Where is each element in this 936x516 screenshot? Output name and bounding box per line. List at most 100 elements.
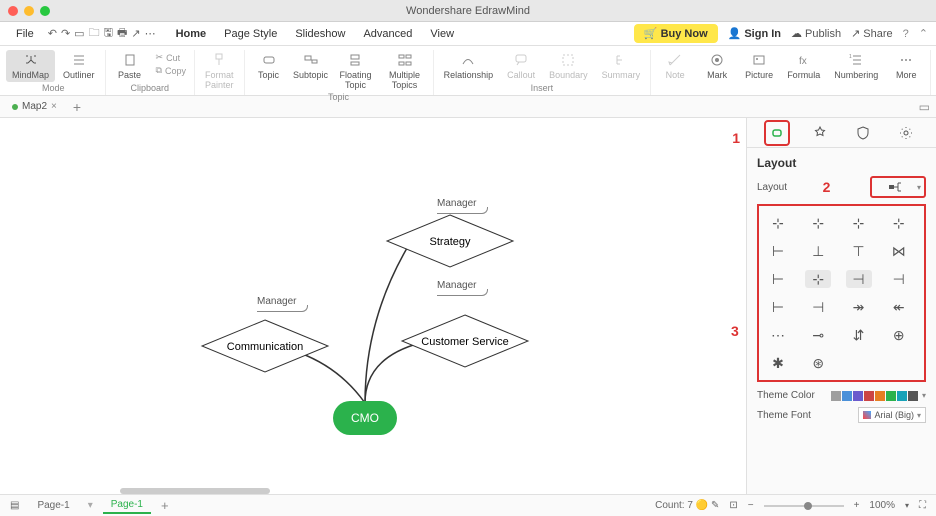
node-strategy[interactable]: Strategy bbox=[385, 213, 515, 269]
theme-color-swatch[interactable] bbox=[875, 391, 885, 401]
share-button[interactable]: ↗ Share bbox=[851, 27, 893, 40]
document-tab[interactable]: Map2 × bbox=[6, 101, 63, 112]
print-icon[interactable]: 🖶 bbox=[117, 24, 127, 43]
ribbon-boundary[interactable]: Boundary bbox=[543, 50, 594, 82]
ribbon-subtopic[interactable]: Subtopic bbox=[291, 50, 331, 92]
menu-file[interactable]: File bbox=[8, 26, 42, 42]
collapse-ribbon-icon[interactable]: ⌃ bbox=[919, 27, 928, 40]
zoom-chevron-icon[interactable]: ▾ bbox=[905, 501, 909, 510]
fullscreen-icon[interactable]: ⛶ bbox=[919, 500, 926, 511]
ribbon-picture[interactable]: Picture bbox=[739, 50, 779, 82]
chevron-down-icon[interactable]: ▾ bbox=[922, 391, 926, 400]
minimize-window-button[interactable] bbox=[24, 6, 34, 16]
ribbon-note[interactable]: Note bbox=[655, 50, 695, 82]
layout-opt-6[interactable]: ⊥ bbox=[805, 242, 831, 260]
new-icon[interactable]: ▭ bbox=[74, 27, 84, 40]
theme-font-select[interactable]: Arial (Big) ▾ bbox=[858, 407, 926, 423]
layout-opt-1[interactable]: ⊹ bbox=[765, 214, 791, 232]
layout-opt-13[interactable]: ⊢ bbox=[765, 298, 791, 316]
publish-button[interactable]: ☁ Publish bbox=[791, 27, 841, 40]
layout-opt-18[interactable]: ⊸ bbox=[805, 326, 831, 344]
layout-opt-14[interactable]: ⊣ bbox=[805, 298, 831, 316]
close-tab-icon[interactable]: × bbox=[51, 101, 57, 112]
layout-opt-3[interactable]: ⊹ bbox=[846, 214, 872, 232]
panel-tab-layout[interactable] bbox=[764, 120, 790, 146]
menu-home[interactable]: Home bbox=[168, 26, 215, 42]
page-tab-1[interactable]: Page-1 bbox=[29, 498, 77, 513]
layout-opt-12[interactable]: ⊣ bbox=[886, 270, 912, 288]
layout-dropdown[interactable]: ▾ bbox=[870, 176, 926, 198]
canvas[interactable]: Manager Manager Manager Strategy Custome… bbox=[0, 118, 746, 496]
theme-color-swatch[interactable] bbox=[908, 391, 918, 401]
panel-tab-settings[interactable] bbox=[893, 120, 919, 146]
menu-view[interactable]: View bbox=[422, 26, 462, 42]
ribbon-mark[interactable]: Mark bbox=[697, 50, 737, 82]
layout-opt-8[interactable]: ⋈ bbox=[886, 242, 912, 260]
menu-slideshow[interactable]: Slideshow bbox=[287, 26, 353, 42]
panel-tab-style[interactable] bbox=[807, 120, 833, 146]
undo-icon[interactable]: ↶ bbox=[48, 27, 57, 40]
ribbon-relationship[interactable]: Relationship bbox=[438, 50, 500, 82]
maximize-window-button[interactable] bbox=[40, 6, 50, 16]
theme-color-swatches[interactable] bbox=[831, 391, 918, 401]
export-icon[interactable]: ↗ bbox=[131, 27, 140, 40]
layout-opt-5[interactable]: ⊢ bbox=[765, 242, 791, 260]
close-window-button[interactable] bbox=[8, 6, 18, 16]
layout-opt-9[interactable]: ⊢ bbox=[765, 270, 791, 288]
layout-opt-7[interactable]: ⊤ bbox=[846, 242, 872, 260]
layout-opt-19[interactable]: ⇵ bbox=[846, 326, 872, 344]
menu-page-style[interactable]: Page Style bbox=[216, 26, 285, 42]
theme-color-swatch[interactable] bbox=[886, 391, 896, 401]
layout-opt-2[interactable]: ⊹ bbox=[805, 214, 831, 232]
layout-opt-21[interactable]: ✱ bbox=[765, 354, 791, 372]
menu-advanced[interactable]: Advanced bbox=[355, 26, 420, 42]
layout-opt-4[interactable]: ⊹ bbox=[886, 214, 912, 232]
page-tab-chevron-icon[interactable]: ▾ bbox=[88, 500, 93, 511]
ribbon-numbering[interactable]: 1 Numbering bbox=[828, 50, 884, 82]
ribbon-paste[interactable]: Paste bbox=[110, 50, 150, 82]
ribbon-formula[interactable]: fx Formula bbox=[781, 50, 826, 82]
node-communication[interactable]: Communication bbox=[200, 318, 330, 374]
help-icon[interactable]: ? bbox=[903, 28, 909, 40]
ribbon-multiple-topics[interactable]: Multiple Topics bbox=[380, 50, 428, 92]
fit-view-icon[interactable]: ⊡ bbox=[729, 500, 737, 511]
ribbon-format-painter[interactable]: Format Painter bbox=[199, 50, 240, 92]
more-icon[interactable]: ⋯ bbox=[145, 27, 156, 40]
ribbon-summary[interactable]: Summary bbox=[596, 50, 647, 82]
layout-opt-11[interactable]: ⊣ bbox=[846, 270, 872, 288]
layout-opt-16[interactable]: ↞ bbox=[886, 298, 912, 316]
open-icon[interactable]: 🗀 bbox=[89, 24, 100, 43]
node-cmo[interactable]: CMO bbox=[333, 401, 397, 435]
zoom-out-button[interactable]: − bbox=[748, 500, 754, 511]
ribbon-more[interactable]: More bbox=[886, 50, 926, 82]
layout-opt-15[interactable]: ↠ bbox=[846, 298, 872, 316]
node-customer-service[interactable]: Customer Service bbox=[400, 313, 530, 369]
add-tab-button[interactable]: + bbox=[73, 99, 81, 115]
page-tab-active[interactable]: Page-1 bbox=[103, 497, 151, 514]
theme-color-swatch[interactable] bbox=[853, 391, 863, 401]
theme-color-swatch[interactable] bbox=[864, 391, 874, 401]
ribbon-cut[interactable]: ✂Cut bbox=[156, 52, 186, 63]
ribbon-floating-topic[interactable]: Floating Topic bbox=[333, 50, 379, 92]
ribbon-topic[interactable]: Topic bbox=[249, 50, 289, 92]
redo-icon[interactable]: ↷ bbox=[61, 27, 70, 40]
panels-toggle-icon[interactable]: ▭ bbox=[919, 100, 930, 114]
zoom-slider[interactable] bbox=[764, 505, 844, 507]
ribbon-outliner[interactable]: Outliner bbox=[57, 50, 101, 82]
save-icon[interactable]: 🖫 bbox=[104, 24, 113, 43]
panel-tab-security[interactable] bbox=[850, 120, 876, 146]
theme-color-swatch[interactable] bbox=[897, 391, 907, 401]
theme-color-swatch[interactable] bbox=[831, 391, 841, 401]
add-page-button[interactable]: + bbox=[161, 498, 169, 513]
ribbon-mindmap[interactable]: MindMap bbox=[6, 50, 55, 82]
layout-opt-17[interactable]: ⋯ bbox=[765, 326, 791, 344]
zoom-in-button[interactable]: + bbox=[854, 500, 860, 511]
ribbon-copy[interactable]: ⧉Copy bbox=[156, 65, 186, 76]
outline-toggle-icon[interactable]: ▤ bbox=[10, 500, 19, 511]
layout-opt-10[interactable]: ⊹ bbox=[805, 270, 831, 288]
layout-opt-20[interactable]: ⊕ bbox=[886, 326, 912, 344]
ribbon-callout[interactable]: Callout bbox=[501, 50, 541, 82]
layout-opt-22[interactable]: ⊛ bbox=[805, 354, 831, 372]
sign-in-button[interactable]: 👤 Sign In bbox=[728, 27, 781, 40]
buy-now-button[interactable]: 🛒 Buy Now bbox=[634, 24, 718, 43]
